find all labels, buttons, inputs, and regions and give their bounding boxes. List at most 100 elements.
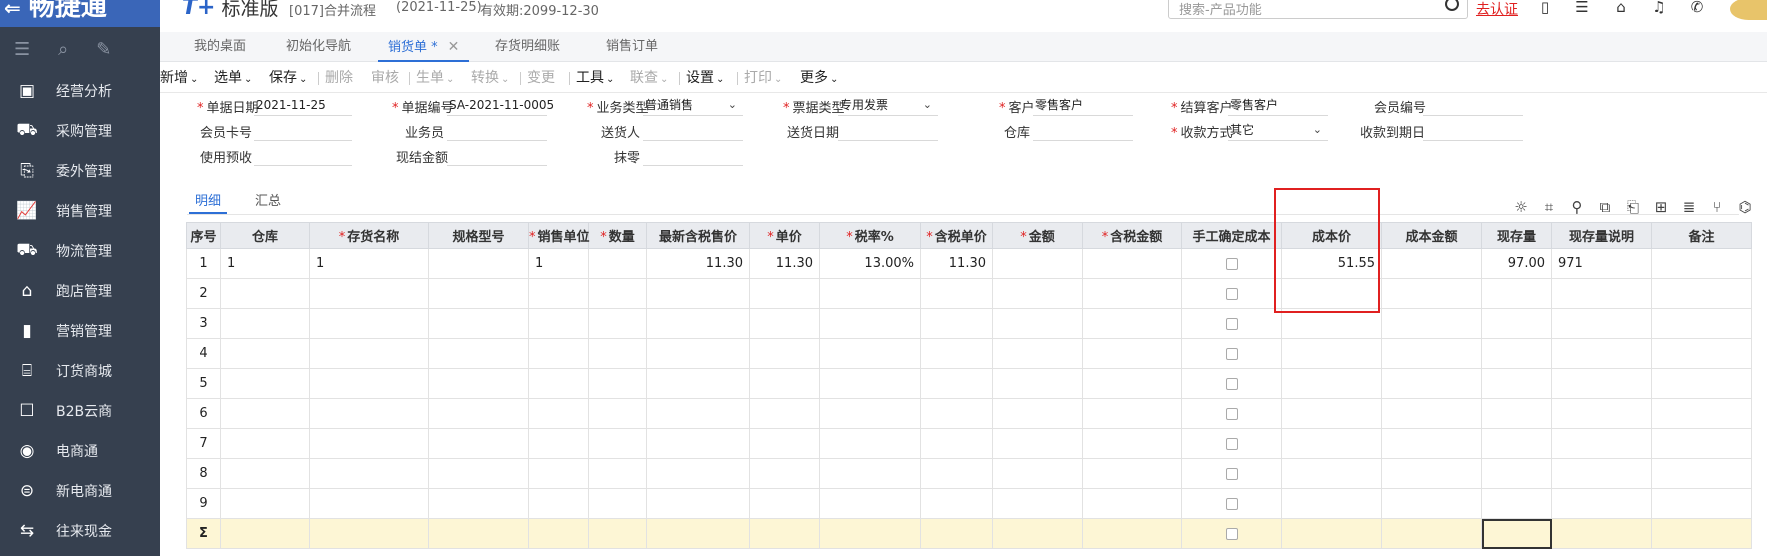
toolbar-button-4[interactable]: 审核 (371, 63, 399, 93)
table-cell[interactable] (920, 398, 993, 429)
table-cell[interactable]: 7 (186, 428, 221, 459)
search-input[interactable]: 搜索-产品功能 (1168, 0, 1468, 19)
column-header[interactable]: 规格型号 (428, 222, 529, 249)
table-cell[interactable] (1181, 338, 1282, 369)
close-icon[interactable]: ✕ (448, 39, 460, 55)
table-cell[interactable]: 971 (1551, 248, 1652, 279)
table-cell[interactable] (749, 338, 820, 369)
table-cell[interactable] (992, 338, 1083, 369)
table-cell[interactable] (1181, 278, 1282, 309)
manual-cost-checkbox[interactable] (1225, 497, 1238, 510)
manual-cost-checkbox[interactable] (1225, 377, 1238, 390)
table-cell[interactable]: 1 (186, 248, 221, 279)
table-cell[interactable] (309, 428, 429, 459)
sidebar-item-9[interactable]: ◉ 电商通 (0, 431, 160, 471)
table-cell[interactable] (1381, 308, 1482, 339)
column-header[interactable]: * 单价 (749, 222, 820, 249)
table-cell[interactable] (920, 458, 993, 489)
table-cell[interactable]: 5 (186, 368, 221, 399)
table-cell[interactable] (749, 308, 820, 339)
table-cell[interactable] (1082, 368, 1182, 399)
manual-cost-checkbox[interactable] (1225, 437, 1238, 450)
auth-link[interactable]: 去认证 (1476, 0, 1518, 19)
column-header[interactable]: * 销售单位 (528, 222, 590, 249)
table-cell[interactable] (528, 488, 589, 519)
column-header[interactable]: 现存量 (1481, 222, 1552, 249)
table-cell[interactable] (646, 338, 750, 369)
select-all-checkbox[interactable] (1225, 527, 1238, 540)
table-cell[interactable] (1481, 278, 1552, 309)
table-cell[interactable] (920, 488, 993, 519)
table-cell[interactable] (588, 398, 647, 429)
table-cell[interactable] (428, 368, 529, 399)
toolbar-button-3[interactable]: 删除 (325, 63, 353, 93)
table-cell[interactable] (220, 398, 310, 429)
table-cell[interactable] (220, 458, 310, 489)
toolbar-button-0[interactable]: 新增 ⌄ (160, 63, 198, 93)
sidebar-item-10[interactable]: ⊜ 新电商通 (0, 471, 160, 511)
table-cell[interactable] (646, 368, 750, 399)
tab-my-desktop[interactable]: 我的桌面 (184, 32, 256, 62)
table-cell[interactable] (920, 338, 993, 369)
table-cell[interactable] (528, 368, 589, 399)
table-cell[interactable] (819, 368, 921, 399)
toolbar-button-10[interactable]: 设置 ⌄ (686, 63, 724, 93)
table-cell[interactable] (819, 428, 921, 459)
table-cell[interactable]: 1 (528, 248, 589, 279)
table-cell[interactable] (1082, 458, 1182, 489)
table-cell[interactable] (309, 458, 429, 489)
edit-lines-icon[interactable]: ≣ (1680, 198, 1698, 216)
avatar[interactable] (1730, 0, 1767, 20)
table-cell[interactable]: 4 (186, 338, 221, 369)
lightbulb-icon[interactable]: ☼ (1512, 198, 1530, 216)
table-cell[interactable] (992, 428, 1083, 459)
column-header[interactable]: * 存货名称 (309, 222, 429, 249)
table-cell[interactable] (220, 338, 310, 369)
table-cell[interactable] (309, 278, 429, 309)
location-icon[interactable]: ⚲ (1568, 198, 1586, 216)
table-cell[interactable]: 8 (186, 458, 221, 489)
table-cell[interactable] (220, 368, 310, 399)
table-cell[interactable] (1551, 458, 1652, 489)
split-icon[interactable]: ⑂ (1708, 198, 1726, 216)
table-cell[interactable] (1551, 338, 1652, 369)
table-cell[interactable] (528, 278, 589, 309)
batch-icon[interactable]: ⊞ (1652, 198, 1670, 216)
table-cell[interactable] (920, 368, 993, 399)
table-cell[interactable] (1381, 398, 1482, 429)
column-header[interactable]: 最新含税售价 (646, 222, 750, 249)
table-cell[interactable] (819, 458, 921, 489)
manual-cost-checkbox[interactable] (1225, 257, 1238, 270)
table-cell[interactable] (1082, 278, 1182, 309)
table-cell[interactable] (1481, 398, 1552, 429)
table-cell[interactable] (1281, 428, 1382, 459)
table-cell[interactable] (309, 488, 429, 519)
table-cell[interactable] (1181, 428, 1282, 459)
table-cell[interactable]: 11.30 (646, 248, 750, 279)
table-cell[interactable] (1381, 428, 1482, 459)
sidebar-item-6[interactable]: ▮ 营销管理 (0, 311, 160, 351)
phone-icon[interactable]: ✆ (1688, 0, 1706, 16)
table-cell[interactable] (1082, 308, 1182, 339)
sidebar-item-3[interactable]: 📈 销售管理 (0, 191, 160, 231)
table-cell[interactable] (1082, 488, 1182, 519)
table-cell[interactable] (1082, 338, 1182, 369)
table-cell[interactable] (992, 488, 1083, 519)
back-arrow-icon[interactable]: ⇐ (4, 0, 21, 20)
table-cell[interactable]: 51.55 (1281, 248, 1382, 279)
table-cell[interactable]: 6 (186, 398, 221, 429)
table-cell[interactable] (528, 458, 589, 489)
toolbar-button-5[interactable]: 生单 ⌄ (416, 63, 454, 93)
column-header[interactable]: 序号 (186, 222, 221, 249)
toolbar-button-7[interactable]: 变更 (527, 63, 555, 93)
table-cell[interactable] (428, 248, 529, 279)
toolbar-button-8[interactable]: 工具 ⌄ (576, 63, 614, 93)
table-cell[interactable] (1551, 278, 1652, 309)
table-cell[interactable]: 11.30 (749, 248, 820, 279)
table-cell[interactable] (1082, 428, 1182, 459)
toolbar-button-12[interactable]: 更多 ⌄ (800, 63, 838, 93)
column-header[interactable]: 仓库 (220, 222, 310, 249)
table-cell[interactable] (992, 248, 1083, 279)
table-cell[interactable] (309, 338, 429, 369)
column-header[interactable]: 现存量说明 (1551, 222, 1652, 249)
